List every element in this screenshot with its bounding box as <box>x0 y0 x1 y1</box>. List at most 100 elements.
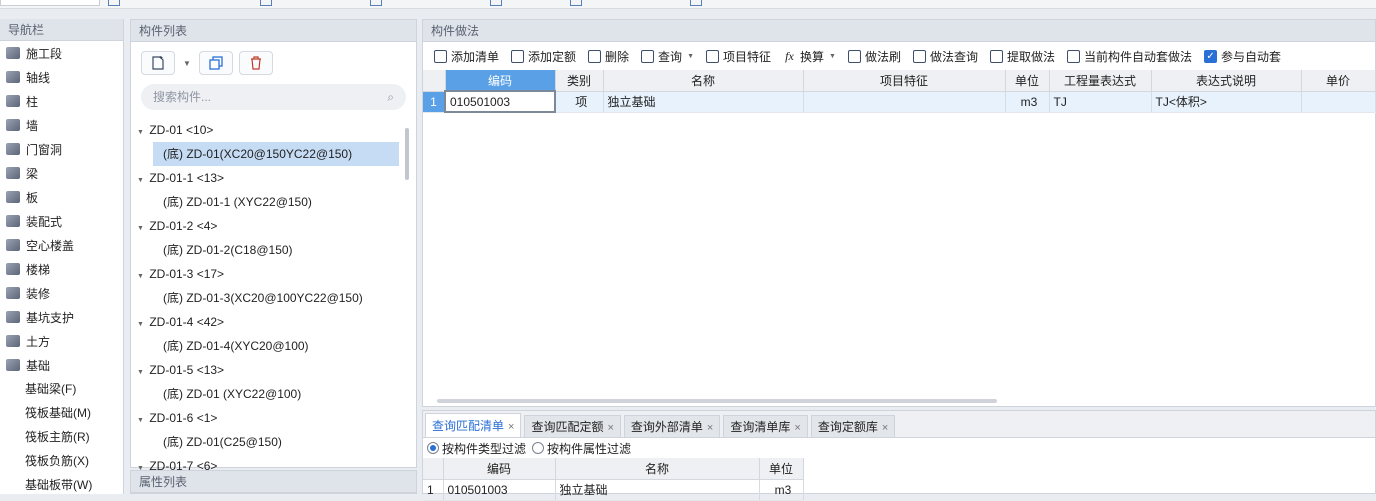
column-header[interactable]: 类别 <box>555 70 604 92</box>
table-row[interactable]: 1 010501003 独立基础 m3 <box>423 479 804 501</box>
filter-option[interactable]: 按构件类型过滤 <box>427 440 526 457</box>
cell-code[interactable]: 010501003 <box>444 90 556 113</box>
close-icon[interactable]: × <box>707 422 713 434</box>
vertical-scrollbar[interactable] <box>405 128 409 180</box>
radio-button[interactable] <box>532 442 545 454</box>
cell-feature[interactable] <box>803 91 1006 113</box>
table-row[interactable]: 1 010501003 项独立基础 m3 TJ TJ<体积> <box>423 90 1376 113</box>
tree-group[interactable]: ▼ ZD-01-5 <13> <box>131 358 406 382</box>
nav-item[interactable]: 梁 <box>0 161 123 185</box>
column-header[interactable]: 表达式说明 <box>1151 70 1302 92</box>
nav-item[interactable]: 楼梯 <box>0 257 123 281</box>
horizontal-scrollbar[interactable] <box>437 399 997 403</box>
toolbar-button-auto-apply[interactable]: 当前构件自动套做法 <box>1062 45 1197 67</box>
nav-item[interactable]: 施工段 <box>0 41 123 65</box>
toolbar-icon[interactable] <box>108 0 120 6</box>
toolbar-icon[interactable] <box>570 0 582 6</box>
column-header[interactable]: 单位 <box>759 458 804 480</box>
tree-leaf[interactable]: (底) ZD-01-2(C18@150) <box>131 238 406 262</box>
caret-down-icon[interactable]: ▼ <box>137 121 146 145</box>
auto-apply-checkbox[interactable]: ✓ 参与自动套 <box>1199 45 1286 67</box>
close-icon[interactable]: × <box>794 422 800 434</box>
tree-leaf[interactable]: (底) ZD-01(C25@150) <box>131 430 406 454</box>
cell-name[interactable]: 独立基础 <box>555 479 760 501</box>
caret-down-icon[interactable]: ▼ <box>137 409 146 433</box>
close-icon[interactable]: × <box>607 422 613 434</box>
toolbar-button-fx[interactable]: fx 换算 ▼ <box>778 45 841 67</box>
query-tab[interactable]: 查询匹配清单 × <box>425 413 522 437</box>
tree-group[interactable]: ▼ ZD-01-3 <17> <box>131 262 406 286</box>
cell-unit[interactable]: m3 <box>759 479 804 501</box>
tree-group[interactable]: ▼ ZD-01-1 <13> <box>131 166 406 190</box>
tree-group[interactable]: ▼ ZD-01 <10> <box>131 118 406 142</box>
column-header[interactable]: 编码 <box>443 458 556 480</box>
caret-down-icon[interactable]: ▼ <box>137 169 146 193</box>
cell-name[interactable]: 独立基础 <box>603 91 804 113</box>
caret-down-icon[interactable]: ▼ <box>137 265 146 289</box>
search-input[interactable] <box>153 90 388 104</box>
radio-button[interactable] <box>427 442 439 454</box>
cell-unit[interactable]: m3 <box>1005 91 1050 113</box>
query-tab[interactable]: 查询外部清单 × <box>623 415 721 437</box>
column-header[interactable]: 项目特征 <box>803 70 1006 92</box>
cell-expr[interactable]: TJ <box>1049 91 1152 113</box>
nav-item[interactable]: 轴线 <box>0 65 123 89</box>
tree-leaf[interactable]: (底) ZD-01 (XYC22@100) <box>131 382 406 406</box>
nav-item[interactable]: 装修 <box>0 281 123 305</box>
query-tab[interactable]: 查询匹配定额 × <box>524 415 621 437</box>
column-header[interactable]: 单价 <box>1301 70 1376 92</box>
nav-item[interactable]: 门窗洞 <box>0 137 123 161</box>
caret-down-icon[interactable]: ▼ <box>137 217 146 241</box>
query-tab[interactable]: 查询清单库 × <box>723 415 808 437</box>
tree-leaf[interactable]: (底) ZD-01-3(XC20@100YC22@150) <box>131 286 406 310</box>
close-icon[interactable]: × <box>508 421 514 433</box>
nav-subitem[interactable]: 基础梁(F) <box>0 377 123 401</box>
filter-option[interactable]: 按构件属性过滤 <box>532 440 631 457</box>
nav-item[interactable]: 装配式 <box>0 209 123 233</box>
caret-down-icon[interactable]: ▼ <box>137 361 146 385</box>
nav-subitem[interactable]: 筏板主筋(R) <box>0 425 123 449</box>
column-header[interactable]: 工程量表达式 <box>1049 70 1152 92</box>
copy-component-button[interactable] <box>199 51 233 75</box>
column-header[interactable]: 名称 <box>555 458 760 480</box>
nav-item[interactable]: 柱 <box>0 89 123 113</box>
toolbar-button-brush[interactable]: 做法刷 <box>843 45 906 67</box>
toolbar-button-method-query[interactable]: 做法查询 <box>908 45 983 67</box>
column-header[interactable]: 单位 <box>1005 70 1050 92</box>
toolbar-button-add-quota[interactable]: 添加定额 <box>506 45 581 67</box>
tree-group[interactable]: ▼ ZD-01-2 <4> <box>131 214 406 238</box>
toolbar-button-delete[interactable]: 删除 <box>583 45 634 67</box>
nav-item[interactable]: 基坑支护 <box>0 305 123 329</box>
tree-leaf[interactable]: (底) ZD-01-4(XYC20@100) <box>131 334 406 358</box>
nav-item[interactable]: 基础 <box>0 353 123 377</box>
caret-down-icon[interactable]: ▼ <box>137 313 146 337</box>
nav-item[interactable]: 墙 <box>0 113 123 137</box>
close-icon[interactable]: × <box>882 422 888 434</box>
nav-subitem[interactable]: 筏板负筋(X) <box>0 449 123 473</box>
nav-item[interactable]: 空心楼盖 <box>0 233 123 257</box>
cell-code[interactable]: 010501003 <box>443 479 556 501</box>
search-icon[interactable]: ⌕ <box>387 90 394 105</box>
tree-leaf[interactable]: (底) ZD-01(XC20@150YC22@150) <box>153 142 399 166</box>
toolbar-button-extract[interactable]: 提取做法 <box>985 45 1060 67</box>
column-header[interactable]: 编码 <box>445 70 556 92</box>
new-component-button[interactable] <box>141 51 175 75</box>
top-dropdown[interactable] <box>0 0 100 6</box>
toolbar-icon[interactable] <box>260 0 272 6</box>
cell-price[interactable] <box>1301 91 1376 113</box>
nav-item[interactable]: 板 <box>0 185 123 209</box>
toolbar-icon[interactable] <box>370 0 382 6</box>
cell-desc[interactable]: TJ<体积> <box>1151 91 1302 113</box>
column-header[interactable]: 名称 <box>603 70 804 92</box>
checkbox-checked-icon[interactable]: ✓ <box>1204 49 1218 63</box>
cell-type[interactable]: 项 <box>555 91 604 113</box>
toolbar-button-feature[interactable]: 项目特征 <box>701 45 776 67</box>
delete-component-button[interactable] <box>239 51 273 75</box>
nav-item[interactable]: 土方 <box>0 329 123 353</box>
tree-group[interactable]: ▼ ZD-01-4 <42> <box>131 310 406 334</box>
toolbar-icon[interactable] <box>690 0 702 6</box>
tree-leaf[interactable]: (底) ZD-01-1 (XYC22@150) <box>131 190 406 214</box>
toolbar-button-add-list[interactable]: 添加清单 <box>429 45 504 67</box>
nav-subitem[interactable]: 基础板带(W) <box>0 473 123 497</box>
nav-subitem[interactable]: 筏板基础(M) <box>0 401 123 425</box>
